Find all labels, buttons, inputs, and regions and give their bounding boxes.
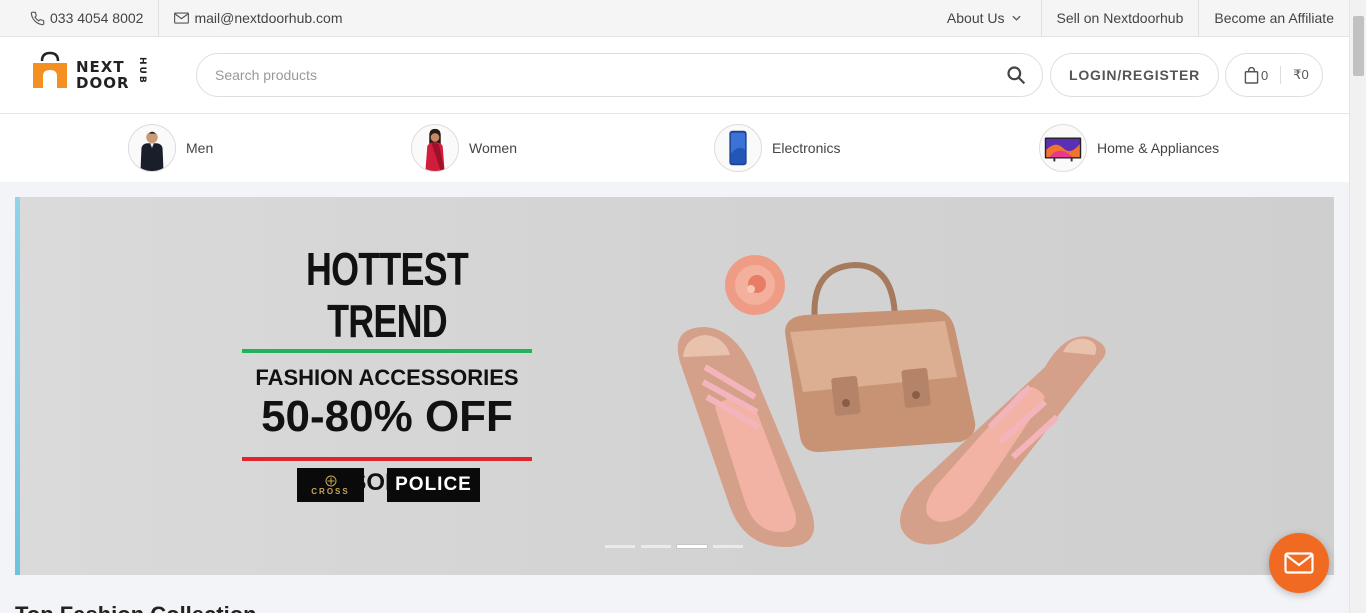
sell-link[interactable]: Sell on Nextdoorhub	[1040, 0, 1199, 36]
cross-emblem-icon	[325, 475, 336, 486]
brand-logos: CROSS POLICE	[297, 468, 480, 502]
banner-subhead: FASHION ACCESSORIES	[255, 365, 519, 390]
login-register-button[interactable]: LOGIN/REGISTER	[1050, 53, 1219, 97]
page-scrollbar[interactable]	[1349, 0, 1366, 613]
carousel-dot-active[interactable]	[677, 545, 707, 548]
section-title: Top Fashion Collection	[15, 602, 257, 613]
handbag-image	[785, 261, 976, 453]
banner-offer: 50-80% OFF	[261, 392, 513, 441]
sell-label: Sell on Nextdoorhub	[1056, 10, 1184, 26]
affiliate-link[interactable]: Become an Affiliate	[1198, 0, 1349, 36]
man-in-shirt-icon	[128, 124, 176, 172]
phone-contact[interactable]: 033 4054 8002	[0, 0, 160, 36]
carousel-dot[interactable]	[641, 545, 671, 548]
mail-icon	[1284, 552, 1314, 574]
category-men[interactable]: Men	[128, 124, 213, 172]
scrollbar-thumb[interactable]	[1353, 16, 1364, 76]
main-header: NEXTDOOR HUB LOGIN/REGISTER 0 ₹0	[0, 37, 1349, 114]
red-divider	[242, 457, 532, 461]
search-bar	[196, 53, 1043, 97]
email-address: mail@nextdoorhub.com	[194, 10, 343, 26]
carousel-dots	[605, 545, 743, 548]
about-us-label: About Us	[946, 10, 1005, 26]
woman-in-saree-icon	[411, 124, 459, 172]
category-label: Electronics	[772, 140, 841, 156]
phone-icon	[30, 11, 45, 25]
top-bar: 033 4054 8002 mail@nextdoorhub.com About…	[0, 0, 1349, 37]
cart-total: ₹0	[1293, 67, 1309, 82]
brand-logo-cross: CROSS	[297, 468, 364, 502]
category-women[interactable]: Women	[411, 124, 517, 172]
phone-number: 033 4054 8002	[50, 10, 144, 26]
banner-promo-text: HOTTEST TREND FASHION ACCESSORIES 50-80%…	[242, 243, 532, 497]
email-contact[interactable]: mail@nextdoorhub.com	[159, 0, 357, 36]
search-input[interactable]	[215, 54, 995, 96]
about-us-menu[interactable]: About Us	[932, 0, 1041, 36]
carousel-dot[interactable]	[713, 545, 743, 548]
hero-banner[interactable]: HOTTEST TREND FASHION ACCESSORIES 50-80%…	[15, 197, 1334, 575]
logo-hub-text: HUB	[137, 57, 147, 85]
category-label: Home & Appliances	[1097, 140, 1220, 156]
cart-count: 0	[1261, 67, 1269, 83]
chat-button[interactable]	[1269, 533, 1329, 593]
chevron-down-icon	[1011, 15, 1021, 21]
category-nav: Men Women Electronics Home & Appliances	[0, 114, 1349, 182]
site-logo[interactable]: NEXT DOOR HUB	[31, 45, 151, 93]
cart-button[interactable]: 0 ₹0	[1225, 53, 1323, 97]
shoes-and-handbag-image	[677, 255, 1106, 547]
logo-bag-icon	[33, 51, 67, 88]
carousel-dot[interactable]	[605, 545, 635, 548]
banner-headline: HOTTEST TREND	[306, 243, 469, 347]
green-divider	[242, 349, 532, 353]
affiliate-label: Become an Affiliate	[1214, 10, 1334, 26]
category-electronics[interactable]: Electronics	[714, 124, 840, 172]
brand1-label: CROSS	[311, 486, 350, 496]
flower-image	[725, 255, 785, 315]
category-label: Women	[469, 140, 517, 156]
shopping-bag-icon	[1244, 66, 1259, 84]
search-icon[interactable]	[1006, 65, 1026, 85]
television-icon	[1039, 124, 1087, 172]
logo-text: NEXT DOOR	[76, 58, 130, 92]
smartphone-icon	[714, 124, 762, 172]
category-label: Men	[186, 140, 214, 156]
category-home-appliances[interactable]: Home & Appliances	[1039, 124, 1219, 172]
brand-logo-police: POLICE	[387, 468, 480, 502]
mail-icon	[174, 12, 190, 24]
